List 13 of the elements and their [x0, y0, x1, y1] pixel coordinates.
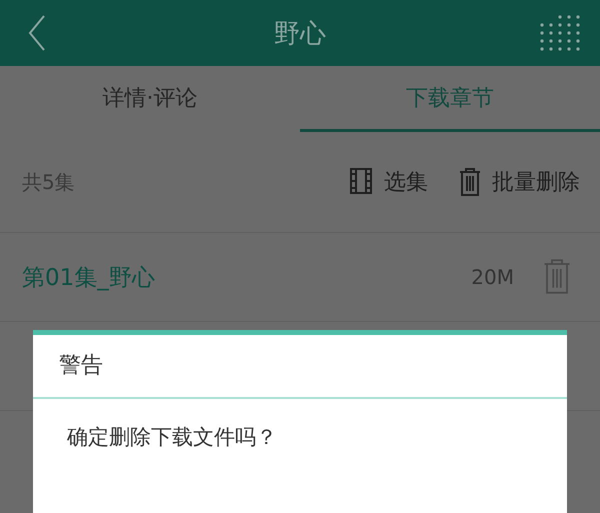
episode-row[interactable]: 第01集_野心 20M	[0, 233, 600, 322]
dialog-message: 确定删除下载文件吗？	[66, 424, 278, 451]
dialog-title: 警告	[33, 335, 567, 399]
trash-icon	[458, 168, 482, 196]
grid-menu-icon[interactable]	[540, 15, 580, 51]
toolbar-button[interactable]: 批量删除	[458, 167, 580, 197]
screen-title: 野心	[273, 18, 327, 50]
file-size: 20M	[471, 265, 514, 289]
tab[interactable]: 详情·评论	[0, 66, 300, 132]
tab[interactable]: 下载章节	[300, 66, 600, 132]
toolbar-button[interactable]: 选集	[350, 167, 428, 197]
film-icon	[350, 168, 374, 196]
episode-title: 第01集_野心	[22, 264, 156, 292]
